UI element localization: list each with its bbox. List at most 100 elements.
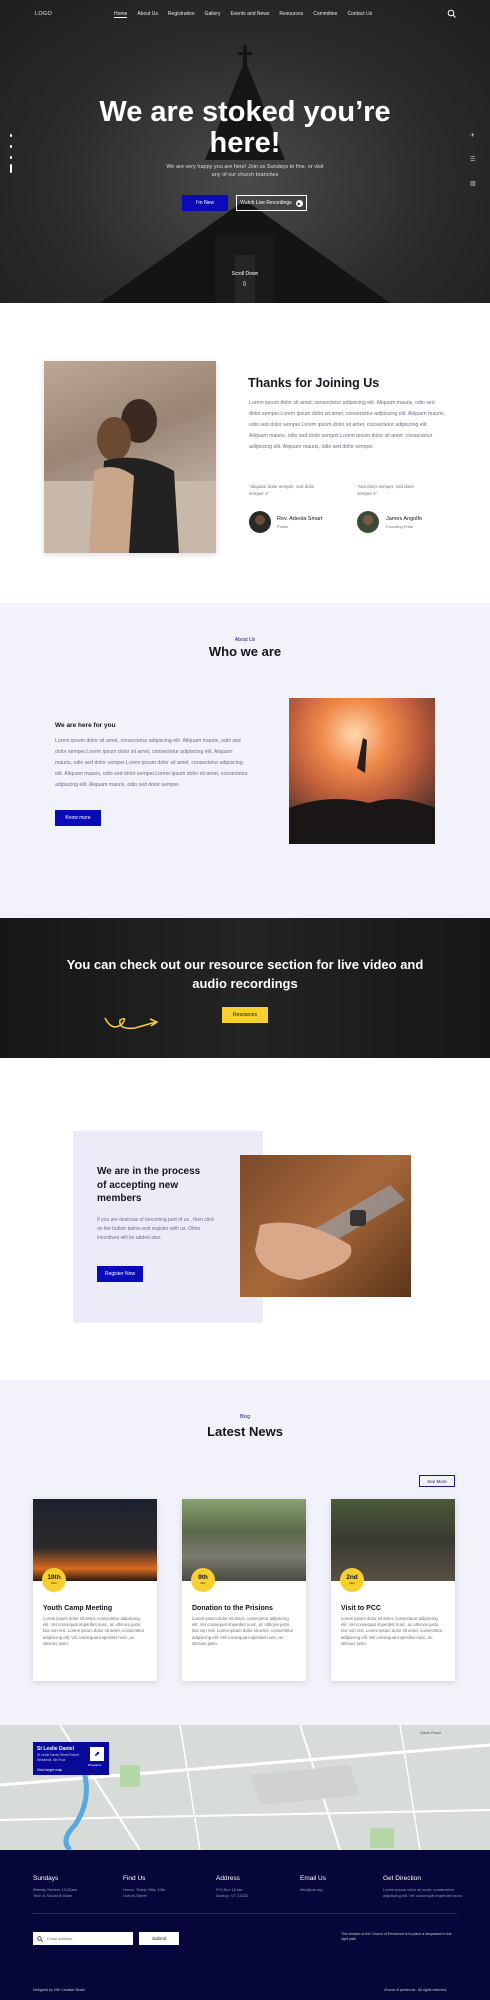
news-excerpt: Lorem ipsum dolor sit amet, consectetur … (341, 1616, 443, 1646)
nav-item-committee[interactable]: Committee (313, 11, 337, 18)
blog-title: Latest News (207, 1424, 283, 1439)
thanks-title: Thanks for Joining Us (248, 376, 380, 390)
hero-title-1: We are stoked you’re (99, 96, 391, 128)
nav-item-home[interactable]: Home (114, 11, 128, 18)
footer-rights: Church of pentecost . All rights reserve… (384, 1988, 448, 1992)
who-eyebrow: About Us (234, 637, 256, 643)
watch-live-label: Watch Live Recordings (240, 200, 292, 206)
process-title-3: members (97, 1193, 142, 1204)
news-title[interactable]: Visit to PCC (341, 1605, 381, 1612)
news-excerpt: Lorem ipsum dolor sit amet, consectetur … (192, 1616, 294, 1646)
news-card[interactable]: 2nd Nov Visit to PCC Lorem ipsum dolor sit … (331, 1499, 455, 1681)
top-nav: LOGO Home About Us Registration Gallery Even… (0, 9, 490, 23)
footer-col-heading: Find Us (123, 1875, 146, 1882)
hero-section: LOGO Home About Us Registration Gallery Even… (0, 0, 490, 303)
footer: Sundays Weekly Service 10:30am Tech & Soun… (0, 1850, 490, 2000)
resources-line-1: You can check out our resource section f… (66, 957, 424, 972)
footer-col-heading: Get Direction (383, 1875, 421, 1882)
resources-button[interactable]: Resources (222, 1007, 268, 1023)
news-title[interactable]: Youth Camp Meeting (43, 1605, 112, 1612)
process-title-1: We are in the process (97, 1166, 201, 1177)
footer-col-heading: Sundays (33, 1875, 59, 1882)
nav-item-about-us[interactable]: About Us (137, 11, 158, 18)
quote-2: "sed dolor semper, sed dolor semper s" (357, 484, 415, 496)
search-icon[interactable] (447, 9, 456, 18)
person-name-1: Rev. Adeola Smart (277, 516, 323, 522)
tools-photo (240, 1155, 411, 1297)
directions-icon[interactable]: ⬈ (90, 1747, 104, 1761)
avatar (249, 511, 271, 533)
nav-item-resources[interactable]: Resources (279, 11, 303, 18)
news-card[interactable]: 9th Nov Donation to the Prisions Lorem ipsu… (182, 1499, 306, 1681)
who-body: Lorem ipsum dolor sit amet, consectetur … (55, 738, 248, 788)
submit-button[interactable]: Submit (139, 1932, 179, 1945)
scroll-mouse-icon (243, 281, 246, 286)
date-badge: 19th Nov (42, 1568, 66, 1592)
watch-live-button[interactable]: Watch Live Recordings ▶ (236, 195, 307, 211)
map-info-card: St Leslie Daniel St Leslie Daniel Street… (33, 1742, 109, 1775)
footer-col-line: adipiscing elit. Vel consequat imperdiet… (383, 1892, 463, 1898)
person-role-2: Founding Pride (386, 524, 414, 529)
footer-col-line: Oxford Street (123, 1892, 147, 1898)
hero-subtitle-1: We are very happy you are here! Join us … (166, 164, 324, 170)
email-field[interactable] (47, 1936, 127, 1941)
road-label: Davis Road (420, 1730, 441, 1735)
hero-title-2: here! (209, 127, 281, 159)
curly-arrow-icon (104, 1017, 159, 1030)
person-name-2: James Angolfo (386, 516, 423, 522)
map-card-address: St Leslie Daniel Street Robert Wheathall… (37, 1753, 79, 1762)
logo[interactable]: LOGO (35, 11, 52, 17)
footer-col-heading: Email Us (300, 1875, 327, 1882)
date-badge: 2nd Nov (340, 1568, 364, 1592)
footer-col: Get Direction Lorem ipsum dolor sit amet,… (383, 1874, 463, 1899)
resources-banner: You can check out our resource section f… (0, 918, 490, 1058)
process-title-2: of accepting new (97, 1179, 179, 1191)
nav-item-registration[interactable]: Registration (168, 11, 195, 18)
footer-credit: Designed by 10th Creative Studio (33, 1988, 86, 1992)
date-month: Nov (51, 1580, 57, 1585)
who-title: Who we are (208, 644, 282, 659)
news-title[interactable]: Donation to the Prisions (192, 1605, 273, 1612)
nav-item-contact-us[interactable]: Contact Us (347, 11, 372, 18)
footer-col-line: Tech & Sound 8:30am (33, 1892, 73, 1898)
play-icon: ▶ (295, 199, 303, 207)
email-input[interactable] (33, 1932, 133, 1945)
resources-line-2: audio recordings (192, 976, 298, 991)
scroll-down[interactable]: Scroll Down (0, 271, 490, 277)
avatar (357, 511, 379, 533)
date-badge: 9th Nov (191, 1568, 215, 1592)
news-card[interactable]: 19th Nov Youth Camp Meeting Lorem ipsum dol… (33, 1499, 157, 1681)
footer-col: Find Us Home, Teddy Villa, 19th Oxford Str… (123, 1874, 201, 1899)
footer-divider (33, 1913, 457, 1914)
search-icon (37, 1935, 43, 1942)
footer-col-heading: Address (216, 1875, 240, 1882)
nav-item-gallery[interactable]: Gallery (205, 11, 221, 18)
quote-1: "aliquam dolor semper, sed dolor semper … (249, 484, 315, 496)
see-more-button[interactable]: See More (419, 1475, 455, 1487)
map-card-title: St Leslie Daniel (37, 1746, 74, 1752)
footer-col-line: Lorem ipsum dolor sit amet, consectetur (383, 1886, 455, 1892)
know-more-button[interactable]: Know more (55, 810, 101, 826)
news-excerpt: Lorem ipsum dolor sit amet, consectetur … (43, 1616, 145, 1646)
thanks-body: Lorem ipsum dolor sit amet, consectetur … (249, 400, 446, 450)
im-new-button[interactable]: I'm New (182, 195, 228, 211)
directions-label[interactable]: Directions (88, 1763, 101, 1767)
worship-photo (289, 698, 435, 844)
nav-item-events-and-news[interactable]: Events and News (230, 11, 269, 18)
footer-col-line: info@cst.org (300, 1886, 323, 1892)
process-body: If you are desirous of becoming part of … (97, 1217, 215, 1241)
blog-eyebrow: Blog (239, 1414, 250, 1420)
view-larger-map-link[interactable]: View larger map (37, 1768, 62, 1772)
hero-subtitle-2: any of our church branches (211, 172, 279, 178)
footer-col: Sundays Weekly Service 10:30am Tech & Soun… (33, 1874, 111, 1899)
footer-col: Address P.O.Box 16 lan Dunlop, VT 23232 (216, 1874, 294, 1899)
register-now-button[interactable]: Register Now (97, 1266, 143, 1282)
footer-col-line: Dunlop, VT 23232 (216, 1892, 249, 1898)
couple-photo (44, 361, 216, 553)
date-month: Nov (349, 1580, 355, 1585)
date-month: Nov (200, 1580, 206, 1585)
footer-col: Email Us info@cst.org (300, 1874, 378, 1893)
footer-note: The mission of the Church of Pentecost i… (341, 1932, 452, 1942)
person-role-1: Pastor (277, 524, 289, 529)
who-subtitle: We are here for you (55, 722, 116, 729)
